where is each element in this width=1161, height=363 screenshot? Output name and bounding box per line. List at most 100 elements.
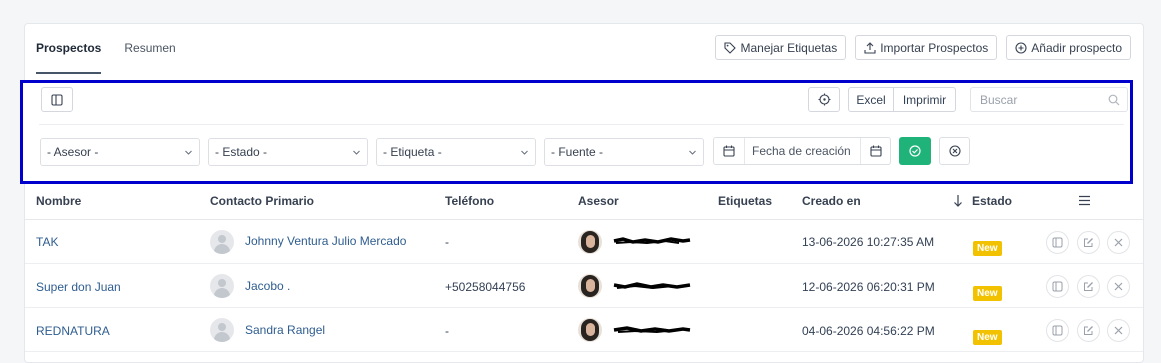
prospects-card: Prospectos Resumen Manejar Etiquetas Imp… <box>24 23 1144 363</box>
view-button[interactable] <box>1046 319 1069 342</box>
manage-tags-button[interactable]: Manejar Etiquetas <box>715 35 847 60</box>
chevron-down-icon <box>353 150 360 155</box>
table-row: TAK Johnny Ventura Julio Mercado - 13-06… <box>25 220 1143 264</box>
plus-circle-icon <box>1015 41 1027 54</box>
contact-avatar <box>210 230 234 254</box>
search-icon <box>1108 94 1120 106</box>
advisor-avatar <box>578 274 602 298</box>
delete-button[interactable] <box>1107 275 1130 298</box>
advisor-avatar <box>578 318 602 342</box>
edit-button[interactable] <box>1077 319 1100 342</box>
tag-select-value: - Etiqueta - <box>383 145 442 159</box>
created-date: 04-06-2026 04:56:22 PM <box>802 324 935 338</box>
redacted-advisor-name <box>613 282 691 290</box>
contact-avatar <box>210 318 234 342</box>
tag-icon <box>724 41 737 54</box>
edit-icon <box>1084 282 1093 291</box>
column-header-contact[interactable]: Contacto Primario <box>210 194 314 208</box>
table-header: Nombre Contacto Primario Teléfono Asesor… <box>25 184 1143 220</box>
view-button[interactable] <box>1046 231 1069 254</box>
toggle-columns-button[interactable] <box>41 87 73 112</box>
panel-icon <box>1052 237 1063 248</box>
prospect-name-link[interactable]: REDNATURA <box>36 324 110 338</box>
print-button[interactable]: Imprimir <box>893 87 956 112</box>
search-placeholder: Buscar <box>980 92 1018 107</box>
advisor-select[interactable]: - Asesor - <box>40 138 200 166</box>
prospect-name-link[interactable]: TAK <box>36 235 58 249</box>
column-header-phone[interactable]: Teléfono <box>445 194 494 208</box>
calendar-icon <box>869 145 882 157</box>
created-date: 12-06-2026 06:20:31 PM <box>802 280 935 294</box>
tag-select[interactable]: - Etiqueta - <box>376 138 536 166</box>
close-icon <box>1114 282 1123 291</box>
phone-value: - <box>445 324 449 338</box>
header-actions: Manejar Etiquetas Importar Prospectos Añ… <box>715 35 1131 60</box>
edit-icon <box>1084 238 1093 247</box>
filter-divider <box>39 124 1124 125</box>
column-header-advisor[interactable]: Asesor <box>578 194 619 208</box>
tab-bar: Prospectos Resumen <box>36 24 199 74</box>
panel-icon <box>1052 281 1063 292</box>
advisor-select-value: - Asesor - <box>47 145 99 159</box>
check-circle-icon <box>909 145 921 157</box>
delete-button[interactable] <box>1107 319 1130 342</box>
calendar-icon <box>723 145 735 157</box>
delete-button[interactable] <box>1107 231 1130 254</box>
table-row: Super don Juan Jacobo . +50258044756 12-… <box>25 264 1143 308</box>
source-select[interactable]: - Fuente - <box>544 138 704 166</box>
edit-icon <box>1084 326 1093 335</box>
edit-button[interactable] <box>1077 275 1100 298</box>
status-badge: New <box>973 330 1002 345</box>
manage-tags-label: Manejar Etiquetas <box>740 40 838 55</box>
tab-resumen[interactable]: Resumen <box>124 24 175 74</box>
clear-filters-button[interactable] <box>939 137 970 165</box>
column-menu-icon[interactable] <box>1078 195 1091 206</box>
redacted-advisor-name <box>613 237 691 245</box>
phone-value: +50258044756 <box>445 280 526 294</box>
column-header-tags[interactable]: Etiquetas <box>718 194 772 208</box>
calendar-start-button[interactable] <box>714 138 745 164</box>
status-select-value: - Estado - <box>215 145 268 159</box>
filter-panel: Excel Imprimir Buscar - Asesor - - Estad… <box>20 80 1133 184</box>
chevron-down-icon <box>689 150 696 155</box>
created-date: 13-06-2026 10:27:35 AM <box>802 235 935 249</box>
close-icon <box>1114 326 1123 335</box>
column-header-name[interactable]: Nombre <box>36 194 81 208</box>
upload-icon <box>864 41 876 54</box>
creation-date-range[interactable]: Fecha de creación <box>713 137 891 165</box>
table-row: REDNATURA Sandra Rangel - 04-06-2026 04:… <box>25 308 1143 352</box>
locate-button[interactable] <box>808 87 840 112</box>
contact-name-link[interactable]: Sandra Rangel <box>245 323 325 337</box>
close-icon <box>1114 238 1123 247</box>
contact-name-link[interactable]: Jacobo . <box>245 279 290 293</box>
import-prospects-button[interactable]: Importar Prospectos <box>855 35 998 60</box>
column-header-status[interactable]: Estado <box>972 194 1012 208</box>
add-prospect-label: Añadir prospecto <box>1031 40 1122 55</box>
import-prospects-label: Importar Prospectos <box>880 40 989 55</box>
status-badge: New <box>973 241 1002 256</box>
sort-desc-icon[interactable] <box>953 194 963 208</box>
column-header-created[interactable]: Creado en <box>802 194 861 208</box>
apply-filters-button[interactable] <box>899 137 931 165</box>
search-input[interactable]: Buscar <box>970 87 1128 112</box>
calendar-end-button[interactable] <box>860 138 890 164</box>
excel-button[interactable]: Excel <box>848 87 894 112</box>
view-button[interactable] <box>1046 275 1069 298</box>
contact-name-link[interactable]: Johnny Ventura Julio Mercado <box>245 234 406 248</box>
redacted-advisor-name <box>613 326 691 334</box>
print-label: Imprimir <box>902 92 947 107</box>
status-select[interactable]: - Estado - <box>208 138 368 166</box>
advisor-avatar <box>578 230 602 254</box>
prospect-name-link[interactable]: Super don Juan <box>36 280 121 294</box>
panel-icon <box>51 93 63 106</box>
excel-label: Excel <box>856 92 886 107</box>
date-range-label: Fecha de creación <box>752 144 851 158</box>
close-circle-icon <box>948 145 961 157</box>
crosshair-icon <box>818 93 830 106</box>
source-select-value: - Fuente - <box>551 145 604 159</box>
phone-value: - <box>445 235 449 249</box>
add-prospect-button[interactable]: Añadir prospecto <box>1006 35 1131 60</box>
edit-button[interactable] <box>1077 231 1100 254</box>
panel-icon <box>1052 325 1063 336</box>
tab-prospectos[interactable]: Prospectos <box>36 24 102 74</box>
